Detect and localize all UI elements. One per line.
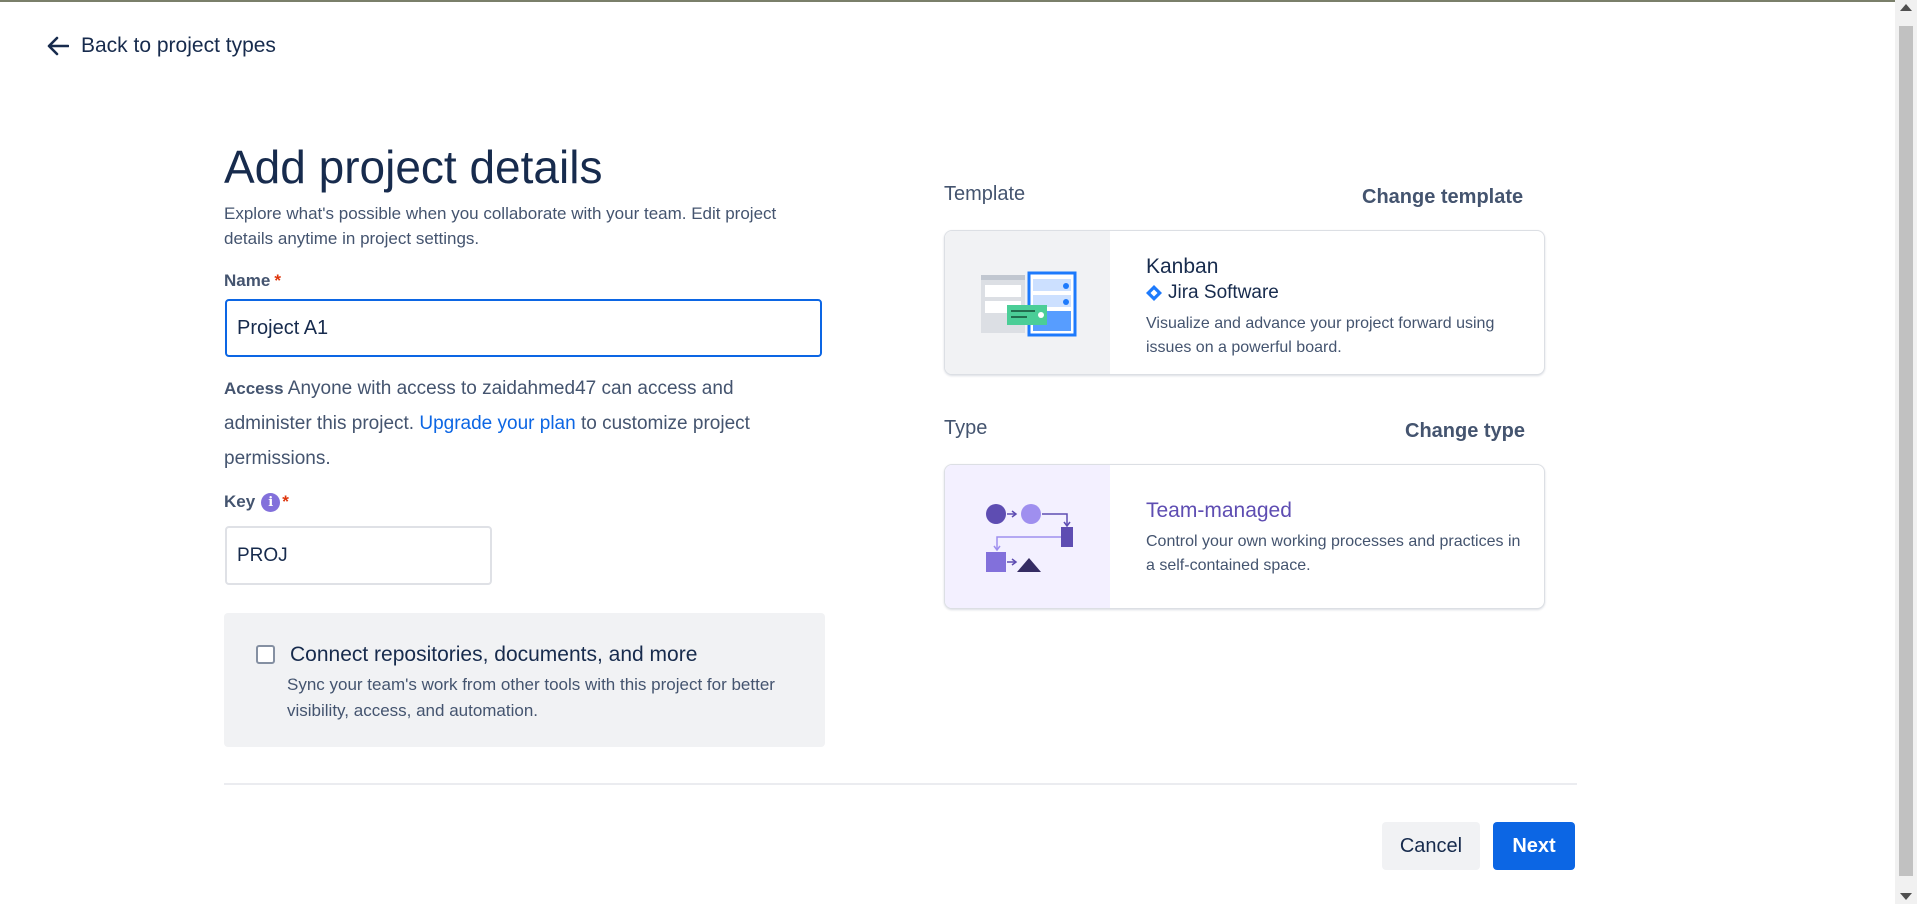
footer-divider (224, 783, 1577, 785)
name-label: Name * (224, 271, 281, 291)
project-name-input[interactable] (225, 299, 822, 357)
page-title: Add project details (224, 141, 603, 193)
jira-diamond-icon (1146, 285, 1162, 301)
window-top-border (0, 0, 1917, 2)
vertical-scrollbar[interactable] (1895, 0, 1917, 904)
info-icon[interactable]: i (261, 492, 281, 512)
project-key-input[interactable] (225, 526, 492, 585)
arrow-left-icon (47, 36, 69, 56)
back-link-label: Back to project types (81, 34, 276, 57)
team-managed-illustration (945, 465, 1110, 608)
connect-tools-title: Connect repositories, documents, and mor… (290, 643, 698, 666)
key-label-text: Key (224, 492, 256, 511)
template-name: Kanban (1146, 255, 1219, 278)
kanban-illustration (945, 231, 1110, 374)
access-info: Access Anyone with access to zaidahmed47… (224, 371, 824, 476)
back-to-project-types-link[interactable]: Back to project types (47, 34, 276, 58)
next-button[interactable]: Next (1493, 822, 1575, 870)
type-description: Control your own working processes and p… (1146, 533, 1521, 574)
connect-tools-panel: Connect repositories, documents, and mor… (224, 613, 825, 747)
workflow-icon (986, 504, 1073, 572)
access-label: Access (224, 379, 284, 398)
required-mark: * (282, 492, 289, 511)
page-subtitle: Explore what's possible when you collabo… (224, 204, 777, 248)
cancel-button[interactable]: Cancel (1382, 822, 1480, 870)
connect-tools-checkbox[interactable] (256, 645, 275, 664)
type-name: Team-managed (1146, 499, 1292, 522)
change-template-button[interactable]: Change template (1362, 186, 1523, 209)
template-section-label: Template (944, 183, 1026, 205)
upgrade-plan-link[interactable]: Upgrade your plan (419, 413, 575, 434)
jira-software-badge: Jira Software (1146, 282, 1279, 304)
change-type-button[interactable]: Change type (1405, 420, 1525, 443)
jira-software-label: Jira Software (1168, 282, 1279, 303)
key-label: Key i * (224, 492, 289, 512)
kanban-board-icon (981, 271, 1077, 337)
template-description: Visualize and advance your project forwa… (1146, 315, 1495, 356)
scroll-down-arrow-icon[interactable] (1900, 893, 1912, 900)
connect-tools-description: Sync your team's work from other tools w… (287, 675, 775, 720)
scroll-up-arrow-icon[interactable] (1900, 4, 1912, 11)
required-mark: * (274, 271, 281, 290)
template-card[interactable]: Kanban Jira Software Visualize and advan… (944, 230, 1545, 375)
name-label-text: Name (224, 271, 271, 290)
type-section-label: Type (944, 417, 988, 439)
type-card[interactable]: Team-managed Control your own working pr… (944, 464, 1545, 609)
scrollbar-thumb[interactable] (1899, 26, 1913, 876)
